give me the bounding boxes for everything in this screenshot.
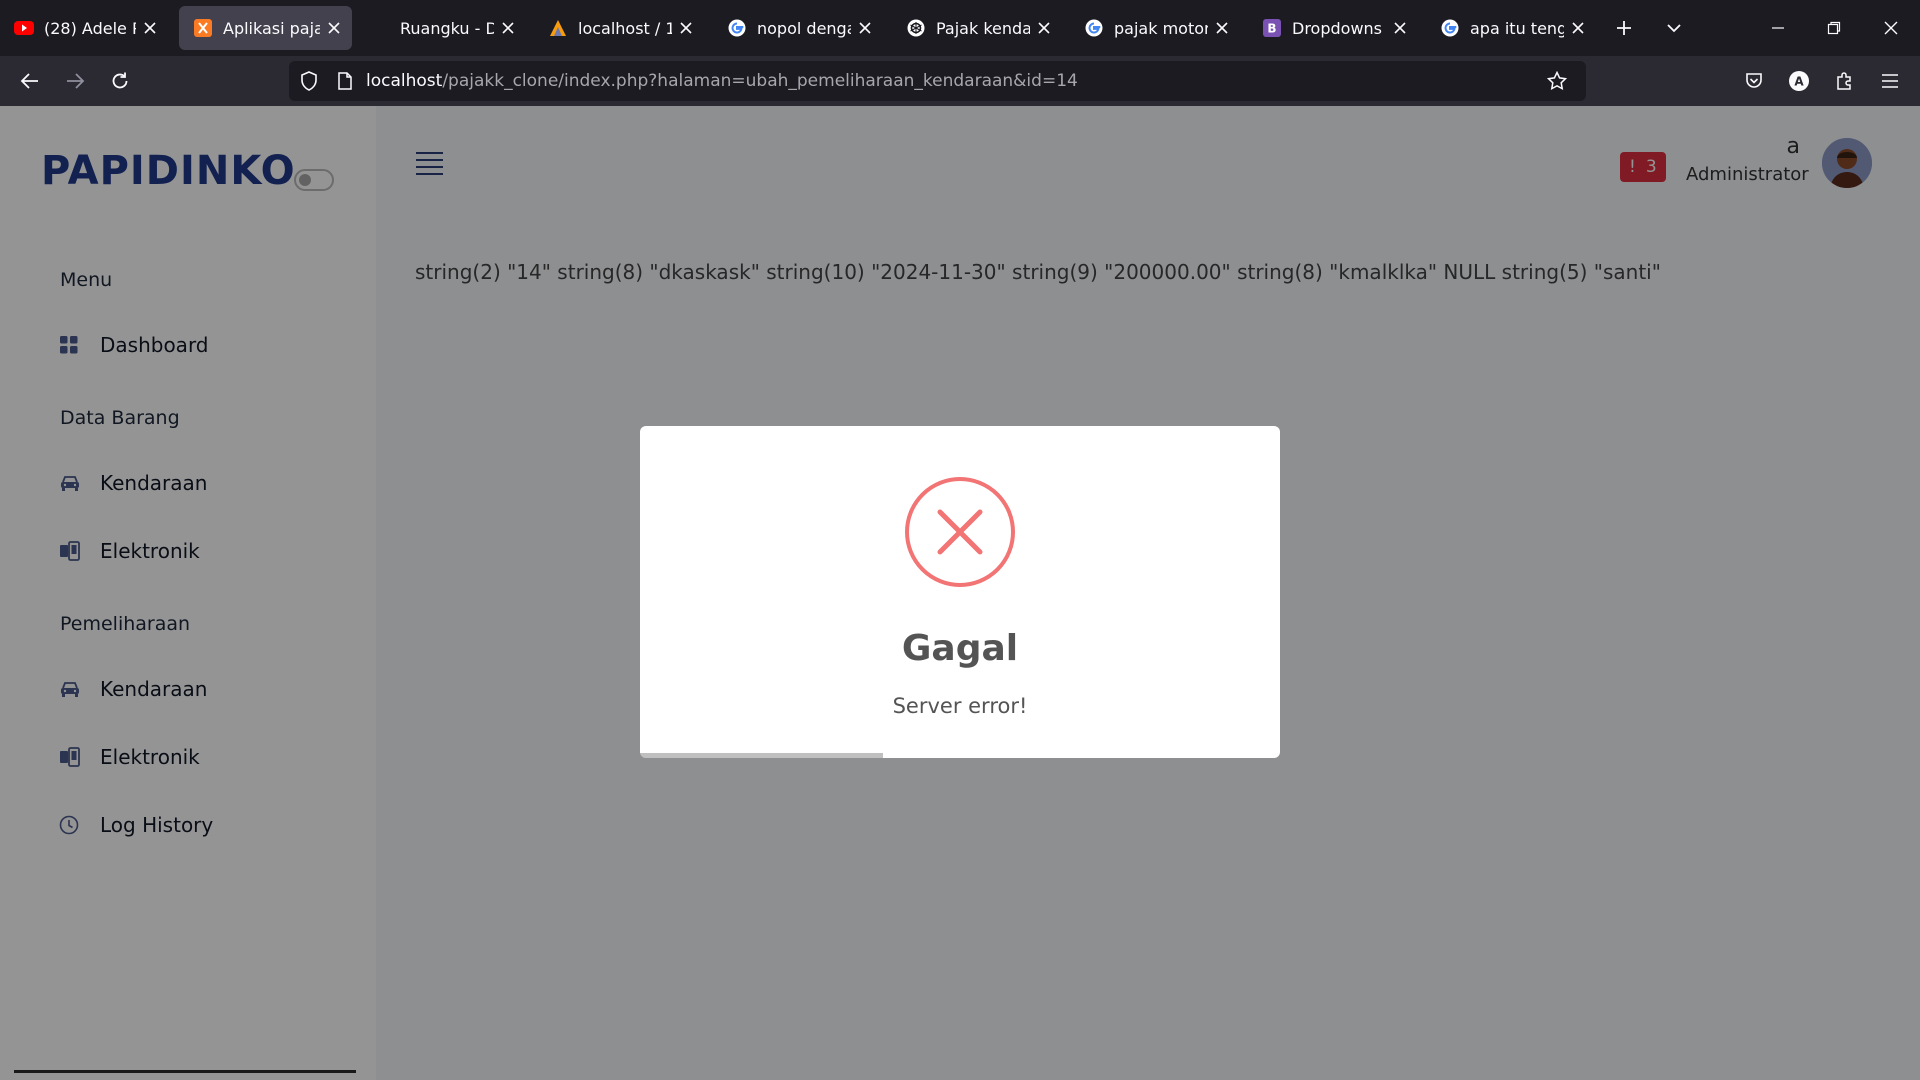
extensions-button[interactable] [1825,61,1865,101]
minimize-icon [1772,27,1784,29]
dialog-message: Server error! [892,694,1028,718]
chevron-down-icon [1667,24,1681,33]
url-text[interactable]: localhost/pajakk_clone/index.php?halaman… [366,61,1078,101]
hamburger-menu-icon [1882,74,1898,88]
shield-icon[interactable] [289,61,329,101]
new-tab-button[interactable] [1604,8,1644,48]
error-x-icon [905,477,1015,587]
tab-title: (28) Adele Playl [44,18,136,38]
browser-tab-bar: (28) Adele Playl Aplikasi pajak Ruangku - … [0,0,1920,56]
tab-title: apa itu tenggat [1470,18,1564,38]
phpmyadmin-icon [548,18,568,38]
google-icon [1440,18,1460,38]
chatgpt-icon [906,18,926,38]
page-info-icon[interactable] [325,61,365,101]
url-host: localhost [366,71,443,91]
dialog-timer-progress-bar [640,753,1280,758]
google-icon [727,18,747,38]
account-avatar-icon: A [1789,71,1809,91]
tab-title: Pajak kendaraan [936,18,1030,38]
list-all-tabs-button[interactable] [1654,8,1694,48]
tab-title: Dropdowns · Bo [1292,18,1386,38]
tab-close-icon[interactable] [676,18,696,38]
puzzle-icon [1837,72,1851,90]
tab-close-icon[interactable] [1390,18,1410,38]
tab-close-icon[interactable] [1034,18,1054,38]
dialog-timer-fill [640,753,884,758]
browser-tab[interactable]: Ruangku - Dinkomi [356,6,526,50]
svg-text:B: B [1267,22,1276,36]
close-icon [1884,21,1898,35]
dialog-title: Gagal [901,628,1019,669]
tab-title: Aplikasi pajak [223,18,320,38]
xampp-icon [193,18,213,38]
close-window-button[interactable] [1871,8,1911,48]
browser-tab[interactable]: Aplikasi pajak [179,6,352,50]
account-button[interactable]: A [1779,61,1819,101]
browser-tab[interactable]: B Dropdowns · Bo [1248,6,1418,50]
bookmark-star-icon[interactable] [1537,61,1577,101]
svg-text:A: A [1794,75,1804,89]
browser-tab[interactable]: nopol dengan p [713,6,883,50]
tab-title: localhost / 127.0 [578,18,672,38]
tab-close-icon[interactable] [1212,18,1232,38]
reload-button[interactable] [100,61,140,101]
youtube-icon [14,18,34,38]
browser-tab[interactable]: apa itu tenggat [1426,6,1596,50]
tab-title: nopol dengan p [757,18,851,38]
tab-close-icon[interactable] [140,18,160,38]
pocket-icon [1746,73,1762,88]
error-dialog: Gagal Server error! [640,426,1280,758]
browser-tab[interactable]: localhost / 127.0 [534,6,704,50]
browser-tab[interactable]: pajak motor da [1070,6,1240,50]
reload-icon [112,72,128,89]
url-path: /pajakk_clone/index.php?halaman=ubah_pem… [442,71,1078,91]
restore-icon [1827,21,1841,35]
back-button[interactable] [10,61,50,101]
minimize-window-button[interactable] [1758,8,1798,48]
url-bar[interactable]: localhost/pajakk_clone/index.php?halaman… [289,61,1586,101]
arrow-left-icon [20,73,38,89]
restore-window-button[interactable] [1814,8,1854,48]
pocket-button[interactable] [1734,61,1774,101]
tab-close-icon[interactable] [855,18,875,38]
tab-title: pajak motor da [1114,18,1208,38]
browser-tab[interactable]: Pajak kendaraan [892,6,1062,50]
tab-close-icon[interactable] [1568,18,1588,38]
google-icon [1084,18,1104,38]
arrow-right-icon [67,73,85,89]
app-menu-button[interactable] [1870,61,1910,101]
browser-nav-bar: localhost/pajakk_clone/index.php?halaman… [0,56,1920,106]
favicon-icon [370,18,390,38]
tab-close-icon[interactable] [324,18,344,38]
bootstrap-icon: B [1262,18,1282,38]
plus-icon [1617,21,1631,35]
forward-button[interactable] [55,61,95,101]
tab-close-icon[interactable] [498,18,518,38]
browser-tab[interactable]: (28) Adele Playl [0,6,168,50]
tab-title: Ruangku - Dinkomi [400,18,494,38]
